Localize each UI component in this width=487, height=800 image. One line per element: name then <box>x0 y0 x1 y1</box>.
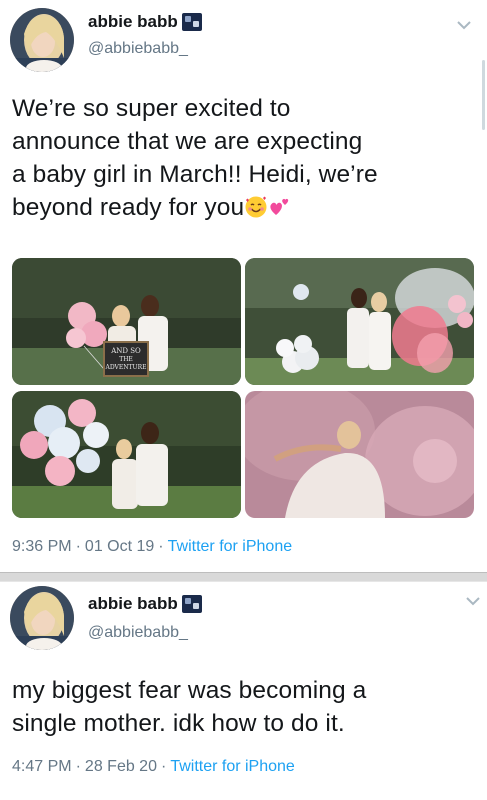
photo-couple-with-sign[interactable]: AND SO THE ADVENTURE <box>12 258 241 385</box>
separator-dot: · <box>75 758 81 775</box>
tweet-text: We’re so super excited to announce that … <box>12 92 378 224</box>
tweet-date[interactable]: 28 Feb 20 <box>85 758 157 775</box>
sign-text: ADVENTURE <box>105 364 147 371</box>
tweet-text-line: single mother. idk how to do it. <box>12 710 345 737</box>
scrollbar[interactable] <box>482 60 485 130</box>
tweet-time[interactable]: 9:36 PM <box>12 538 72 555</box>
tweet-text-line: my biggest fear was becoming a <box>12 677 367 704</box>
chevron-down-icon[interactable] <box>457 20 471 30</box>
tweet-date[interactable]: 01 Oct 19 <box>85 538 154 555</box>
user-handle[interactable]: @abbiebabb_ <box>88 624 188 642</box>
tweet-card[interactable]: abbie babb @abbiebabb_ We’re so super ex… <box>0 0 487 572</box>
user-handle[interactable]: @abbiebabb_ <box>88 40 188 58</box>
tweet-text: my biggest fear was becoming a single mo… <box>12 674 366 740</box>
sparkle-flag-icon <box>181 595 202 613</box>
author-name-row[interactable]: abbie babb <box>88 12 202 32</box>
separator-dot: · <box>75 538 81 555</box>
tweet-source-link[interactable]: Twitter for iPhone <box>168 538 293 555</box>
tweet-text-line-part: beyond ready for you <box>12 194 245 221</box>
display-name[interactable]: abbie babb <box>88 12 178 32</box>
display-name[interactable]: abbie babb <box>88 594 178 614</box>
sign-text: AND SO <box>110 347 141 355</box>
tweet-time[interactable]: 4:47 PM <box>12 758 72 775</box>
smiling-face-with-hearts-icon <box>244 195 268 219</box>
separator-dot: · <box>158 538 164 555</box>
tweet-text-line: a baby girl in March!! Heidi, we’re <box>12 161 378 188</box>
photo-couple-balloons[interactable] <box>12 391 241 518</box>
tweet-source-link[interactable]: Twitter for iPhone <box>170 758 295 775</box>
tweet-text-line: announce that we are expecting <box>12 128 363 155</box>
photo-smoke-reveal[interactable] <box>245 258 474 385</box>
photo-couple-hug-pink-smoke[interactable] <box>245 391 474 518</box>
tweet-card[interactable]: abbie babb @abbiebabb_ my biggest fear w… <box>0 582 487 800</box>
media-grid[interactable]: AND SO THE ADVENTURE <box>12 258 474 520</box>
sign-text: THE <box>119 356 133 363</box>
avatar[interactable] <box>10 8 74 72</box>
tweet-text-line: We’re so super excited to <box>12 95 291 122</box>
tweet-metadata: 9:36 PM · 01 Oct 19 · Twitter for iPhone <box>12 538 292 556</box>
two-hearts-icon <box>268 195 292 219</box>
avatar[interactable] <box>10 586 74 650</box>
author-name-row[interactable]: abbie babb <box>88 594 202 614</box>
tweet-divider <box>0 572 487 582</box>
chevron-down-icon[interactable] <box>466 596 480 606</box>
sparkle-flag-icon <box>181 13 202 31</box>
separator-dot: · <box>160 758 167 775</box>
tweet-text-line: beyond ready for you <box>12 191 378 224</box>
tweet-metadata: 4:47 PM · 28 Feb 20 · Twitter for iPhone <box>12 758 295 776</box>
